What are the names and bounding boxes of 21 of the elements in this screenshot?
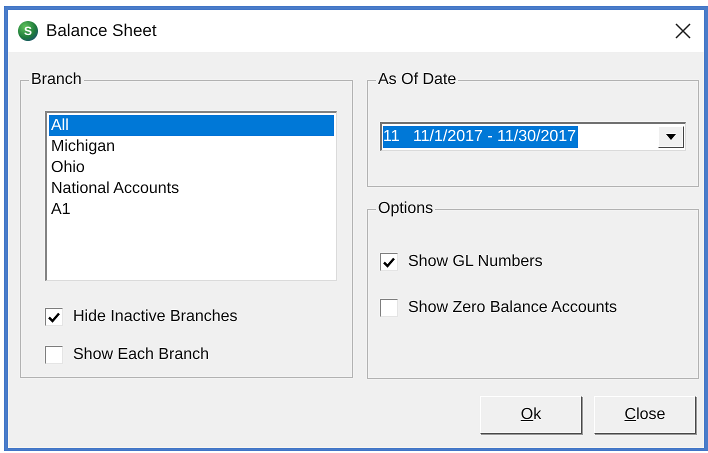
date-dropdown[interactable]: 11 11/1/2017 - 11/30/2017 bbox=[380, 122, 686, 151]
checkbox-label: Show Zero Balance Accounts bbox=[408, 298, 618, 318]
dialog-button[interactable]: Ok bbox=[480, 396, 582, 434]
list-item[interactable]: A1 bbox=[49, 199, 334, 220]
dialog-button[interactable]: Close bbox=[594, 396, 696, 434]
app-logo-icon: S bbox=[18, 21, 38, 41]
list-item[interactable]: All bbox=[49, 115, 334, 136]
checkbox[interactable] bbox=[380, 299, 398, 317]
checkbox[interactable] bbox=[45, 346, 63, 364]
list-item[interactable]: Ohio bbox=[49, 157, 334, 178]
list-item[interactable]: Michigan bbox=[49, 136, 334, 157]
dropdown-value: 11 11/1/2017 - 11/30/2017 bbox=[383, 126, 578, 148]
checkbox-label: Show Each Branch bbox=[73, 345, 210, 365]
window-title: Balance Sheet bbox=[46, 20, 157, 42]
checkbox-label: Hide Inactive Branches bbox=[73, 307, 238, 327]
checkmark-icon bbox=[383, 256, 395, 268]
checkbox[interactable] bbox=[45, 308, 63, 326]
checkbox[interactable] bbox=[380, 253, 398, 271]
list-item[interactable]: National Accounts bbox=[49, 178, 334, 199]
checkmark-icon bbox=[48, 312, 60, 322]
checkbox-label: Show GL Numbers bbox=[408, 252, 543, 272]
